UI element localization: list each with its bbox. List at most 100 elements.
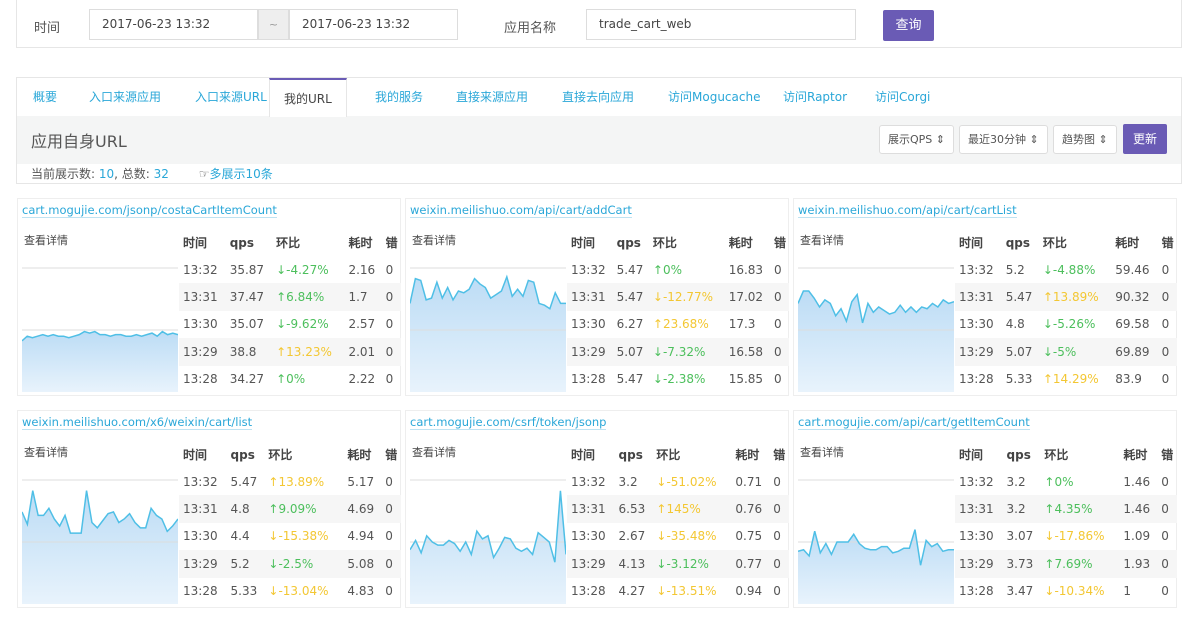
- show-more-label: 多展示10条: [209, 167, 273, 181]
- time-cell: 13:30: [571, 317, 606, 332]
- metric-select[interactable]: 展示QPS ⇕: [879, 125, 954, 154]
- table-row: 13:29 3.73 ↑7.69% 1.93 0: [955, 550, 1177, 578]
- error-cell: 0: [774, 317, 782, 332]
- time-cell: 13:29: [179, 338, 226, 366]
- table-row: 13:28 4.27 ↓-13.51% 0.94 0: [567, 578, 789, 605]
- end-time-input[interactable]: 2017-06-23 13:32: [289, 9, 458, 40]
- view-detail-link[interactable]: 查看详情: [800, 444, 844, 460]
- url-link[interactable]: cart.mogujie.com/csrf/token/jsonp: [410, 415, 607, 430]
- latency-cell: 83.9: [1115, 372, 1142, 387]
- column-header: 耗时: [347, 448, 372, 462]
- url-link[interactable]: weixin.meilishuo.com/api/cart/addCart: [410, 203, 632, 218]
- view-detail-link[interactable]: 查看详情: [24, 444, 68, 460]
- column-header: 耗时: [348, 236, 373, 250]
- tab-4[interactable]: 我的服务: [375, 78, 423, 117]
- change-cell: ↓-51.02%: [656, 474, 717, 489]
- view-detail-link[interactable]: 查看详情: [24, 232, 68, 248]
- latency-cell: 0.75: [735, 529, 763, 544]
- table-row: 13:32 5.47 ↑0% 16.83 0: [567, 256, 789, 283]
- tab-1[interactable]: 入口来源应用: [89, 78, 161, 117]
- tab-panel: 概要 入口来源应用 入口来源URL 我的URL 我的服务 直接来源应用 直接去向应用 访问Mo…: [16, 77, 1182, 184]
- time-cell: 13:31: [567, 283, 613, 311]
- change-cell: ↓-12.77%: [648, 283, 725, 311]
- qps-cell: 5.33: [1005, 372, 1033, 387]
- sort-arrows-icon: ⇕: [1029, 133, 1039, 146]
- qps-sparkline: [22, 479, 178, 604]
- table-row: 13:28 34.27 ↑0% 2.22 0: [179, 366, 401, 393]
- column-header: 时间: [571, 236, 596, 250]
- view-select[interactable]: 趋势图 ⇕: [1053, 125, 1117, 154]
- change-cell: ↑13.89%: [1038, 283, 1112, 311]
- tab-3[interactable]: 我的URL: [269, 78, 347, 117]
- qps-cell: 5.2: [226, 550, 265, 578]
- time-cell: 13:29: [179, 550, 227, 578]
- table-row: 13:32 3.2 ↑0% 1.46 0: [955, 468, 1177, 495]
- range-separator: ~: [258, 9, 289, 40]
- column-header: 时间: [183, 448, 208, 462]
- time-cell: 13:30: [959, 317, 994, 332]
- url-link[interactable]: cart.mogujie.com/api/cart/getItemCount: [798, 415, 1030, 430]
- stats-table: 时间 qps 环比 耗时错 13:32 3.2 ↑0% 1.46 0 13:31 3.…: [955, 441, 1177, 605]
- table-row: 13:31 3.2 ↑4.35% 1.46 0: [955, 495, 1177, 523]
- qps-area: [22, 331, 178, 392]
- tab-9[interactable]: 访问Corgi: [875, 78, 930, 117]
- tab-7[interactable]: 访问Mogucache: [668, 78, 760, 117]
- range-select[interactable]: 最近30分钟 ⇕: [959, 125, 1048, 154]
- error-cell: 0: [1161, 317, 1170, 332]
- tab-2[interactable]: 入口来源URL: [195, 78, 267, 117]
- column-header: 错: [1161, 448, 1174, 462]
- query-button[interactable]: 查询: [883, 10, 934, 41]
- table-row: 13:31 6.53 ↑145% 0.76 0: [567, 495, 789, 523]
- qps-cell: 4.13: [614, 550, 653, 578]
- table-header: 时间 qps 环比 耗时错: [955, 229, 1177, 256]
- tab-6[interactable]: 直接去向应用: [562, 78, 634, 117]
- column-header: 时间: [959, 236, 984, 250]
- error-cell: 0: [385, 474, 393, 489]
- qps-cell: 5.47: [612, 283, 649, 311]
- tab-8[interactable]: 访问Raptor: [783, 78, 847, 117]
- sort-arrows-icon: ⇕: [935, 133, 945, 146]
- table-row: 13:28 3.47 ↓-10.34% 1 0: [955, 578, 1177, 605]
- view-detail-link[interactable]: 查看详情: [800, 232, 844, 248]
- tab-0[interactable]: 概要: [33, 78, 57, 117]
- table-row: 13:28 5.33 ↑14.29% 83.9 0: [955, 366, 1177, 393]
- error-cell: 0: [381, 550, 401, 578]
- stats-table: 时间 qps 环比 耗时 错 13:32 5.47 ↑0% 16.83 0 13:31 …: [567, 229, 789, 393]
- start-time-input[interactable]: 2017-06-23 13:32: [89, 9, 258, 40]
- error-cell: 0: [1161, 262, 1170, 277]
- latency-cell: 16.83: [728, 262, 764, 277]
- latency-cell: 16.58: [724, 338, 771, 366]
- url-link[interactable]: weixin.meilishuo.com/api/cart/cartList: [798, 203, 1017, 218]
- latency-cell: 5.17: [347, 474, 375, 489]
- table-header: 时间 qps 环比 耗时错: [567, 441, 789, 468]
- column-header: 时间: [183, 236, 208, 250]
- refresh-button[interactable]: 更新: [1123, 124, 1167, 154]
- latency-cell: 17.02: [724, 283, 771, 311]
- change-cell: ↓-4.88%: [1042, 262, 1096, 277]
- time-cell: 13:31: [955, 283, 1002, 311]
- qps-cell: 35.87: [229, 262, 265, 277]
- qps-sparkline: [22, 267, 178, 392]
- error-cell: 0: [774, 372, 782, 387]
- change-cell: ↑4.35%: [1040, 495, 1120, 523]
- url-link[interactable]: weixin.meilishuo.com/x6/weixin/cart/list: [22, 415, 253, 430]
- latency-cell: 17.3: [728, 317, 756, 332]
- latency-cell: 0.77: [731, 550, 770, 578]
- time-cell: 13:31: [179, 495, 227, 523]
- latency-cell: 15.85: [728, 372, 764, 387]
- change-cell: ↑9.09%: [264, 495, 344, 523]
- tab-5[interactable]: 直接来源应用: [456, 78, 528, 117]
- latency-cell: 1.7: [344, 283, 382, 311]
- error-cell: 0: [385, 372, 394, 387]
- view-detail-link[interactable]: 查看详情: [412, 444, 456, 460]
- time-cell: 13:28: [183, 584, 218, 599]
- error-cell: 0: [385, 262, 394, 277]
- qps-sparkline: [798, 479, 954, 604]
- show-more-link[interactable]: ☞多展示10条: [199, 167, 273, 181]
- url-link[interactable]: cart.mogujie.com/jsonp/costaCartItemCoun…: [22, 203, 277, 218]
- view-detail-link[interactable]: 查看详情: [412, 232, 456, 248]
- qps-sparkline: [410, 479, 566, 604]
- count-info: 当前展示数: 10, 总数: 32 ☞多展示10条: [17, 164, 1181, 184]
- qps-cell: 5.33: [230, 584, 258, 599]
- app-name-input[interactable]: trade_cart_web: [586, 9, 856, 40]
